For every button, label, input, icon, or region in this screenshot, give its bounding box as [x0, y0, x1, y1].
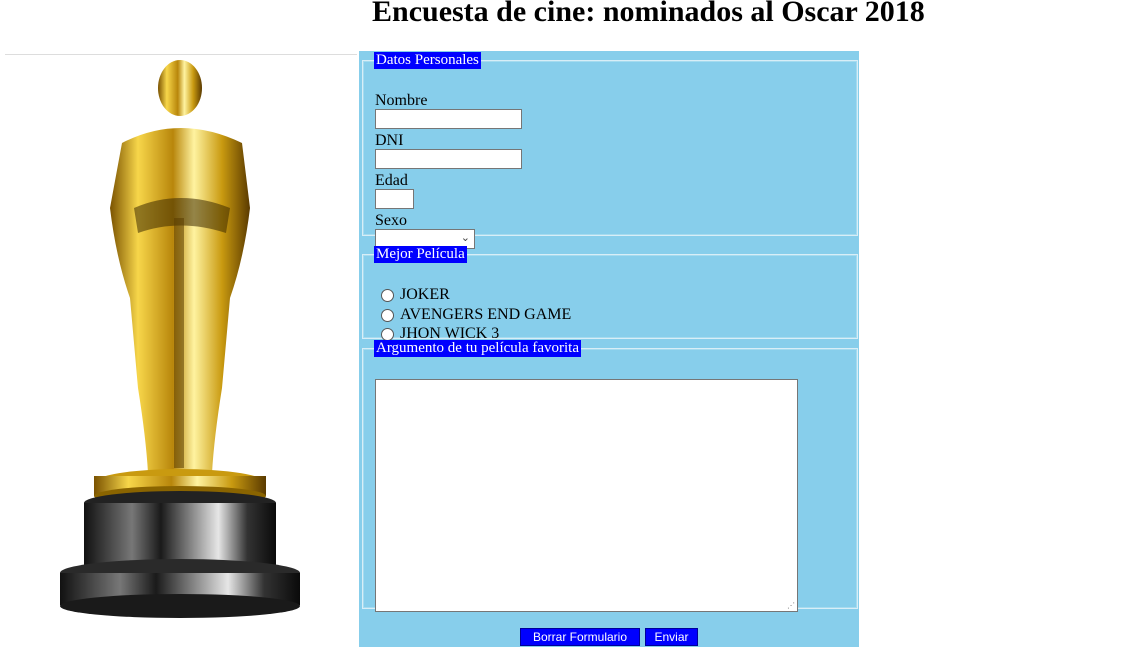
chevron-down-icon: ⌄: [460, 231, 470, 244]
movie-option[interactable]: JOKER: [381, 286, 450, 304]
submit-button[interactable]: Enviar: [645, 628, 698, 646]
survey-form: Datos Personales Nombre DNI Edad Sexo ⌄ …: [359, 51, 859, 647]
best-movie-legend: Mejor Película: [374, 246, 467, 263]
radio-button[interactable]: [381, 327, 394, 341]
plot-legend: Argumento de tu película favorita: [374, 340, 581, 357]
radio-button[interactable]: [381, 288, 394, 302]
page-title: Encuesta de cine: nominados al Oscar 201…: [372, 0, 925, 28]
best-movie-fieldset: Mejor Película JOKER AVENGERS END GAME J…: [362, 246, 858, 342]
personal-data-fieldset: Datos Personales Nombre DNI Edad Sexo ⌄: [362, 52, 858, 249]
movie-option-label: JOKER: [400, 286, 450, 303]
sexo-label: Sexo: [375, 212, 407, 229]
radio-button[interactable]: [381, 308, 394, 322]
movie-option-label: AVENGERS END GAME: [400, 306, 572, 323]
edad-input[interactable]: [375, 189, 414, 209]
edad-label: Edad: [375, 172, 408, 189]
plot-textarea[interactable]: ⋰: [375, 379, 798, 612]
movie-option[interactable]: AVENGERS END GAME: [381, 306, 571, 324]
dni-input[interactable]: [375, 149, 522, 169]
personal-data-legend: Datos Personales: [374, 52, 481, 69]
reset-button[interactable]: Borrar Formulario: [520, 628, 640, 646]
oscar-statuette-image: [60, 60, 300, 618]
resize-handle-icon[interactable]: ⋰: [787, 602, 795, 610]
nombre-input[interactable]: [375, 109, 522, 129]
plot-fieldset: Argumento de tu película favorita ⋰: [362, 340, 858, 612]
dni-label: DNI: [375, 132, 404, 149]
nombre-label: Nombre: [375, 92, 428, 109]
divider: [5, 54, 357, 55]
page: Encuesta de cine: nominados al Oscar 201…: [0, 0, 1135, 647]
